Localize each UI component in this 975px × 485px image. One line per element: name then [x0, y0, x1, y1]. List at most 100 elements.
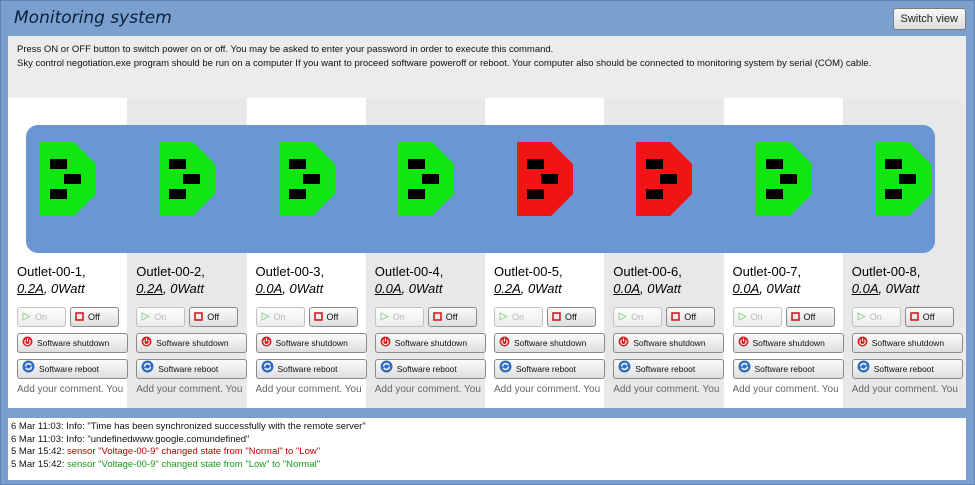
log-time: 5 Mar 15:42:	[11, 458, 65, 470]
software-shutdown-button[interactable]: Software shutdown	[613, 333, 725, 353]
software-shutdown-button[interactable]: Software shutdown	[17, 333, 128, 353]
play-icon	[857, 309, 866, 327]
off-button[interactable]: Off	[427, 307, 477, 327]
off-button-label: Off	[803, 312, 816, 322]
log-time: 5 Mar 15:42:	[11, 446, 65, 457]
outlet-comment[interactable]: Add your comment. You	[494, 384, 604, 395]
outlet-reading: 0.0A, 0Watt	[733, 280, 843, 297]
outlet-power: , 0Watt	[282, 281, 324, 296]
on-button-label: On	[631, 312, 644, 322]
software-shutdown-button[interactable]: Software shutdown	[374, 333, 486, 353]
on-button[interactable]: On	[17, 307, 66, 327]
outlet-current[interactable]: 0.0A	[733, 281, 760, 296]
software-reboot-button[interactable]: Software reboot	[17, 359, 128, 379]
on-button[interactable]: On	[136, 307, 186, 327]
stop-icon	[790, 309, 800, 327]
outlet-current[interactable]: 0.0A	[375, 281, 402, 296]
outlet-current[interactable]: 0.2A	[136, 281, 163, 296]
on-button[interactable]: On	[732, 307, 782, 327]
outlet-name: Outlet-00-4,	[374, 264, 444, 279]
outlet-current[interactable]: 0.2A	[494, 281, 521, 296]
software-reboot-button[interactable]: Software reboot	[136, 359, 248, 379]
outlet-comment[interactable]: Add your comment. You	[613, 384, 723, 395]
software-shutdown-button-label: Software shutdown	[37, 338, 110, 348]
on-button[interactable]: On	[494, 307, 543, 327]
switch-view-button[interactable]: Switch view	[892, 8, 966, 30]
power-socket-icon[interactable]	[632, 140, 696, 218]
instructions: Press ON or OFF button to switch power o…	[17, 43, 947, 71]
outlet-power: , 0Watt	[401, 281, 443, 296]
power-socket-icon[interactable]	[394, 140, 458, 218]
software-shutdown-button[interactable]: Software shutdown	[136, 333, 248, 353]
outlet-name: Outlet-00-5,	[494, 264, 563, 279]
power-socket-icon[interactable]	[155, 140, 219, 218]
power-socket-icon[interactable]	[36, 140, 100, 218]
on-button[interactable]: On	[851, 307, 901, 327]
event-log: 6 Mar 11:03: Info: "Time has been synchr…	[8, 418, 966, 480]
stop-icon	[433, 309, 442, 327]
outlet-label: Outlet-00-3, 0.0A, 0Watt	[256, 263, 366, 297]
power-icon	[141, 335, 152, 353]
on-button[interactable]: On	[374, 307, 424, 327]
outlet-current[interactable]: 0.2A	[17, 281, 44, 296]
software-shutdown-button-label: Software shutdown	[752, 338, 825, 348]
software-reboot-button[interactable]: Software reboot	[851, 359, 963, 379]
outlet-power: , 0Watt	[163, 281, 204, 296]
outlet-label: Outlet-00-2, 0.2A, 0Watt	[136, 263, 246, 297]
outlet-comment[interactable]: Add your comment. You	[852, 384, 962, 395]
outlet-name: Outlet-00-3,	[255, 264, 325, 279]
reboot-icon	[22, 360, 35, 379]
outlet-comment[interactable]: Add your comment. You	[17, 384, 127, 395]
stop-icon	[552, 309, 561, 327]
power-socket-icon[interactable]	[871, 140, 935, 218]
log-entry: 6 Mar 11:03: Info: "undefinedwww.google.…	[11, 434, 963, 447]
software-shutdown-button-label: Software shutdown	[871, 338, 945, 348]
off-button[interactable]: Off	[904, 307, 954, 327]
outlet-label: Outlet-00-1, 0.2A, 0Watt	[17, 263, 127, 297]
off-button[interactable]: Off	[70, 307, 119, 327]
power-socket-icon[interactable]	[752, 140, 816, 218]
software-reboot-button[interactable]: Software reboot	[613, 359, 725, 379]
outlet-reading: 0.0A, 0Watt	[256, 280, 366, 297]
outlet-current[interactable]: 0.0A	[852, 281, 879, 296]
off-button[interactable]: Off	[785, 307, 835, 327]
on-button[interactable]: On	[255, 307, 305, 327]
off-button[interactable]: Off	[666, 307, 716, 327]
off-button[interactable]: Off	[189, 307, 239, 327]
off-button[interactable]: Off	[547, 307, 596, 327]
software-reboot-button[interactable]: Software reboot	[494, 359, 605, 379]
outlet-label: Outlet-00-8, 0.0A, 0Watt	[852, 263, 962, 297]
software-shutdown-button[interactable]: Software shutdown	[255, 333, 367, 353]
log-message: Info: "Time has been synchronized succes…	[63, 421, 366, 432]
software-shutdown-button[interactable]: Software shutdown	[851, 333, 963, 353]
software-reboot-button-label: Software reboot	[39, 364, 100, 374]
software-reboot-button[interactable]: Software reboot	[255, 359, 367, 379]
outlet-comment[interactable]: Add your comment. You	[136, 384, 246, 395]
power-icon	[738, 335, 749, 353]
off-button-label: Off	[445, 312, 458, 322]
software-reboot-button[interactable]: Software reboot	[374, 359, 486, 379]
power-socket-icon[interactable]	[275, 140, 339, 218]
outlet-reading: 0.2A, 0Watt	[17, 280, 127, 297]
outlet-current[interactable]: 0.0A	[613, 281, 640, 296]
play-icon	[141, 309, 151, 327]
outlet-comment[interactable]: Add your comment. You	[256, 384, 366, 395]
stop-icon	[671, 309, 680, 327]
software-reboot-button-label: Software reboot	[277, 364, 338, 374]
outlet-comment[interactable]: Add your comment. You	[733, 384, 843, 395]
software-shutdown-button[interactable]: Software shutdown	[494, 333, 605, 353]
on-button-label: On	[392, 312, 405, 322]
off-button-label: Off	[565, 312, 577, 322]
power-socket-icon[interactable]	[513, 140, 577, 218]
outlet-current[interactable]: 0.0A	[256, 281, 283, 296]
off-button[interactable]: Off	[308, 307, 358, 327]
log-entry: 5 Mar 15:42: sensor "Voltage-00-9" chang…	[11, 459, 963, 472]
on-button[interactable]: On	[613, 307, 663, 327]
software-shutdown-button[interactable]: Software shutdown	[732, 333, 844, 353]
instruction-line-2: Sky control negotiation.exe program shou…	[17, 58, 872, 69]
software-reboot-button[interactable]: Software reboot	[732, 359, 844, 379]
play-icon	[738, 309, 747, 327]
off-button-label: Off	[88, 312, 100, 322]
outlet-comment[interactable]: Add your comment. You	[375, 384, 485, 395]
outlet-reading: 0.0A, 0Watt	[375, 280, 485, 297]
